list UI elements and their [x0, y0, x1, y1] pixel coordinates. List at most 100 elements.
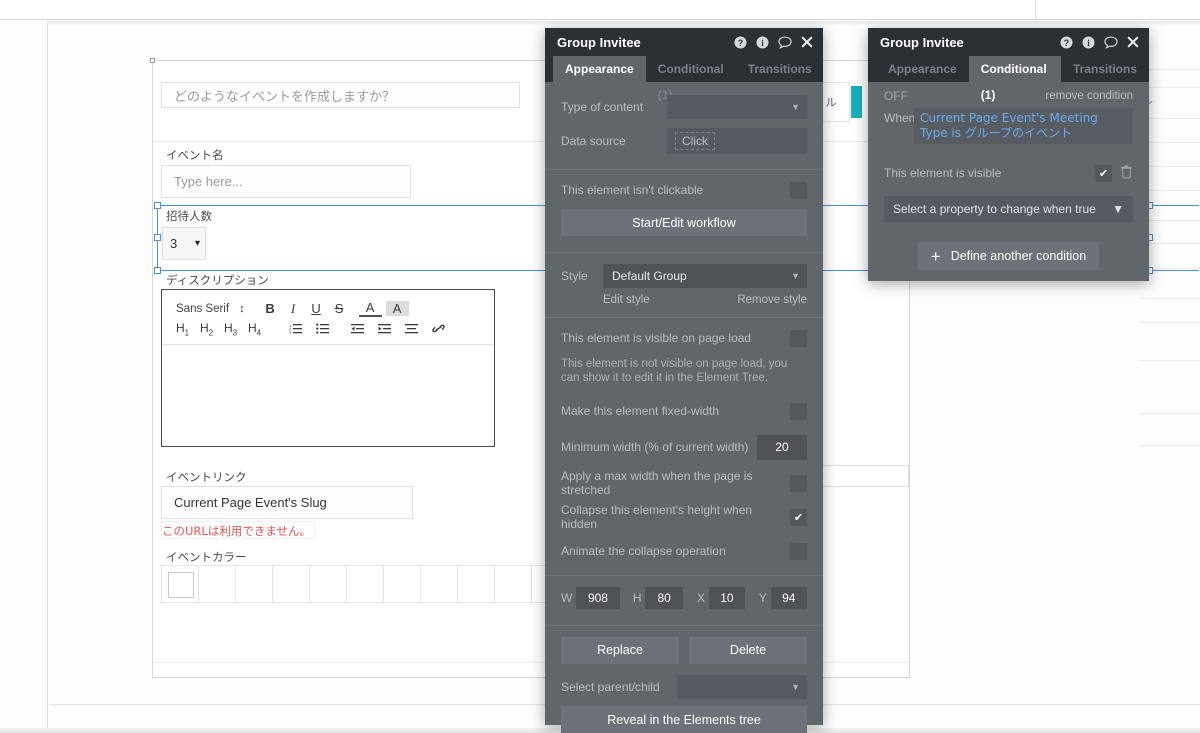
right-rule: [1140, 166, 1200, 167]
not-clickable-checkbox[interactable]: [790, 181, 807, 199]
rte-bold-button[interactable]: B: [259, 301, 282, 316]
data-source-field[interactable]: Click: [667, 128, 807, 154]
invitee-count-select[interactable]: 3 ▾: [162, 227, 206, 260]
rte-underline-button[interactable]: U: [305, 301, 328, 316]
rte-h4-button[interactable]: H4: [248, 321, 272, 337]
replace-button[interactable]: Replace: [561, 636, 679, 664]
close-icon[interactable]: [801, 36, 813, 48]
rich-text-editor[interactable]: Sans Serif ↕ B I U S A A H1 H2 H3 H4 1 2…: [161, 289, 495, 447]
color-swatch-selected[interactable]: [161, 565, 199, 603]
rte-font-stepper-icon[interactable]: ↕: [239, 303, 245, 315]
selection-handle-bl[interactable]: [154, 267, 161, 274]
panel-conditional-header[interactable]: Group Invitee ? i: [868, 28, 1149, 56]
color-swatch[interactable]: [420, 565, 458, 603]
event-name-placeholder: Type here...: [174, 174, 243, 189]
width-input[interactable]: 908: [576, 587, 620, 609]
animate-collapse-checkbox[interactable]: [790, 542, 807, 560]
row-workflow: Start/Edit workflow: [545, 205, 823, 236]
delete-button[interactable]: Delete: [689, 636, 807, 664]
color-swatch[interactable]: [198, 565, 236, 603]
top-bar: [0, 0, 1200, 20]
unordered-list-icon[interactable]: [309, 320, 336, 338]
panel-appearance-tabs[interactable]: Appearance Conditional (1) Transitions: [545, 56, 824, 102]
link-icon[interactable]: [425, 320, 452, 338]
visible-on-load-label: This element is visible on page load: [561, 331, 752, 345]
event-name-label: イベント名: [166, 148, 224, 162]
panel-appearance-header[interactable]: Group Invitee ? i: [545, 28, 823, 56]
collapse-height-checkbox[interactable]: ✔: [790, 508, 807, 526]
indent-icon[interactable]: [371, 320, 398, 338]
comment-icon[interactable]: [1104, 35, 1118, 49]
selection-handle-ml[interactable]: [154, 234, 161, 241]
rte-h3-button[interactable]: H3: [224, 321, 248, 337]
panel-conditional-tabs[interactable]: Appearance Conditional (1) Transitions: [868, 56, 1149, 102]
element-visible-checkbox[interactable]: ✔: [1095, 164, 1112, 182]
visible-on-load-checkbox[interactable]: [790, 329, 807, 347]
color-swatch[interactable]: [383, 565, 421, 603]
remove-style-link[interactable]: Remove style: [737, 294, 807, 306]
color-swatch[interactable]: [235, 565, 273, 603]
help-icon[interactable]: ?: [1060, 35, 1073, 49]
color-swatch[interactable]: [309, 565, 347, 603]
style-dropdown[interactable]: Default Group ▼: [603, 264, 807, 288]
property-panel-conditional[interactable]: Group Invitee ? i Appearance Conditional…: [868, 28, 1149, 281]
svg-text:3: 3: [289, 331, 292, 335]
tab-appearance[interactable]: Appearance: [876, 56, 969, 82]
selection-handle-tl[interactable]: [154, 202, 161, 209]
row-property-select: Select a property to change when true ▼: [868, 196, 1149, 222]
rte-highlight-button[interactable]: A: [385, 301, 409, 316]
color-swatch[interactable]: [346, 565, 384, 603]
rte-italic-button[interactable]: I: [282, 301, 305, 317]
color-swatch[interactable]: [272, 565, 310, 603]
edit-style-link[interactable]: Edit style: [603, 294, 737, 306]
event-link-input[interactable]: Current Page Event's Slug: [161, 486, 413, 519]
tab-appearance[interactable]: Appearance: [553, 56, 646, 82]
accent-color-chip[interactable]: [851, 86, 862, 118]
info-icon[interactable]: i: [1082, 35, 1095, 49]
rte-h2-button[interactable]: H2: [200, 321, 224, 337]
tab-transitions[interactable]: Transitions: [736, 56, 824, 82]
event-name-input[interactable]: Type here...: [161, 165, 411, 198]
when-expression[interactable]: Current Page Event's Meeting Type is グルー…: [914, 108, 1133, 144]
ordered-list-icon[interactable]: 123: [282, 320, 309, 338]
rte-h1-button[interactable]: H1: [176, 321, 200, 337]
max-width-checkbox[interactable]: [790, 474, 807, 492]
outdent-icon[interactable]: [344, 320, 371, 338]
color-swatch[interactable]: [494, 565, 532, 603]
x-input[interactable]: 10: [708, 587, 746, 609]
y-input[interactable]: 94: [770, 587, 808, 609]
tab-conditional[interactable]: Conditional (1): [646, 56, 736, 102]
rte-content-area[interactable]: [162, 345, 494, 446]
row-not-clickable: This element isn't clickable: [545, 175, 823, 205]
select-parent-child-dropdown[interactable]: ▼: [677, 675, 807, 699]
height-input[interactable]: 80: [644, 587, 684, 609]
define-another-condition-button[interactable]: + Define another condition: [918, 242, 1099, 270]
heading-input[interactable]: どのようなイベントを作成しますか？: [161, 82, 520, 108]
panel-conditional-title: Group Invitee: [880, 34, 964, 50]
close-icon[interactable]: [1127, 36, 1139, 48]
rte-text-color-button[interactable]: A: [358, 300, 382, 317]
type-of-content-dropdown[interactable]: ▼: [667, 95, 807, 119]
remove-condition-link[interactable]: remove condition: [1045, 90, 1133, 102]
comment-icon[interactable]: [778, 35, 792, 49]
tab-conditional[interactable]: Conditional (1): [968, 56, 1061, 102]
color-swatch[interactable]: [457, 565, 495, 603]
property-panel-appearance[interactable]: Group Invitee ? i Appearance Conditional…: [545, 28, 824, 733]
property-select-dropdown[interactable]: Select a property to change when true ▼: [884, 196, 1133, 222]
right-rule: [1140, 190, 1200, 191]
rte-strikethrough-button[interactable]: S: [328, 301, 351, 316]
invitee-count-value: 3: [170, 236, 178, 251]
rte-font-name[interactable]: Sans Serif: [176, 303, 229, 315]
fixed-width-checkbox[interactable]: [790, 402, 807, 420]
info-icon[interactable]: i: [756, 35, 769, 49]
reveal-in-elements-tree-button[interactable]: Reveal in the Elements tree: [561, 706, 807, 733]
start-edit-workflow-button[interactable]: Start/Edit workflow: [561, 209, 807, 236]
minimum-width-input[interactable]: 20: [757, 434, 807, 460]
card-handle-tl[interactable]: [150, 58, 155, 63]
tab-transitions[interactable]: Transitions: [1061, 56, 1149, 82]
align-icon[interactable]: [398, 320, 425, 338]
max-width-label: Apply a max width when the page is stret…: [561, 469, 753, 497]
panel-divider: [545, 625, 823, 626]
trash-icon[interactable]: [1120, 164, 1133, 182]
help-icon[interactable]: ?: [734, 35, 747, 49]
